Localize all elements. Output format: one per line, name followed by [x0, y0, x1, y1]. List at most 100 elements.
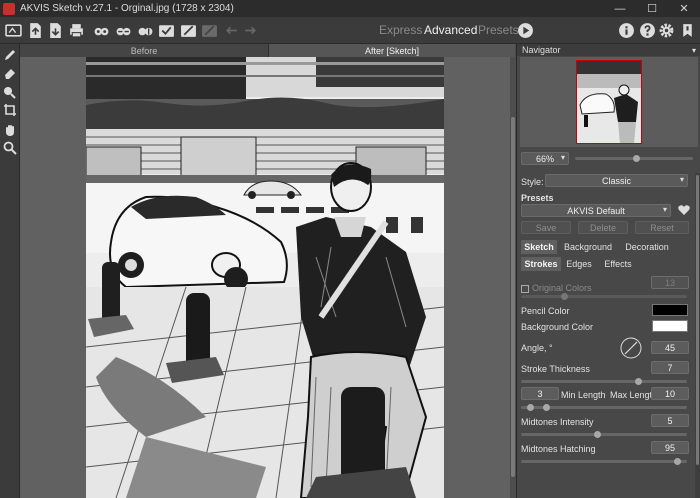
zoom-value: 66%	[535, 153, 554, 164]
settings-scrollbar-thumb[interactable]	[696, 175, 699, 465]
background-color-swatch[interactable]	[652, 320, 688, 332]
style-label: Style:	[521, 177, 544, 187]
canvas-scrollbar-thumb[interactable]	[511, 117, 515, 477]
settings-scrollbar[interactable]	[695, 173, 700, 498]
tab-effects[interactable]: Effects	[599, 257, 637, 271]
collapse-icon[interactable]: ▾	[692, 46, 696, 55]
favorite-heart-icon[interactable]	[677, 203, 691, 217]
max-length-knob[interactable]	[543, 404, 550, 411]
title-bar: AKVIS Sketch v.27.1 - Orginal.jpg (1728 …	[0, 0, 700, 17]
gear-icon[interactable]	[657, 21, 676, 40]
chevron-down-icon: ▾	[679, 175, 684, 184]
image-canvas[interactable]	[20, 57, 510, 498]
help-icon[interactable]	[638, 21, 657, 40]
tab-decoration[interactable]: Decoration	[619, 240, 675, 254]
original-colors-slider-knob[interactable]	[561, 293, 568, 300]
zoom-slider[interactable]	[575, 155, 693, 162]
stroke-thickness-label: Stroke Thickness	[521, 364, 590, 374]
batch-icon[interactable]	[92, 21, 111, 40]
max-length-value[interactable]: 10	[651, 387, 689, 400]
navigator-viewport-frame[interactable]	[576, 60, 642, 144]
tab-background[interactable]: Background	[559, 240, 617, 254]
midtones-intensity-slider-knob[interactable]	[594, 431, 601, 438]
view-tabs: Before After [Sketch]	[20, 44, 515, 57]
midtones-intensity-label: Midtones Intensity	[521, 417, 594, 427]
pencil-tool-icon[interactable]	[2, 47, 18, 63]
sketch-image	[86, 57, 444, 498]
style-value: Classic	[601, 175, 631, 186]
navigator-thumbnail	[576, 60, 642, 144]
angle-value[interactable]: 45	[651, 341, 689, 354]
tools-panel	[0, 44, 20, 498]
sketch-illustration	[86, 57, 444, 498]
midtones-intensity-value[interactable]: 5	[651, 414, 689, 427]
main-toolbar: Express Advanced Presets	[0, 17, 700, 44]
settings-icon[interactable]	[157, 21, 176, 40]
eraser-tool-icon[interactable]	[2, 65, 18, 81]
style-select[interactable]: Classic ▾	[545, 174, 688, 187]
mode-advanced[interactable]: Advanced	[424, 23, 477, 37]
print-icon[interactable]	[67, 21, 86, 40]
history-brush-icon[interactable]	[2, 84, 18, 100]
navigator-title: Navigator	[522, 45, 561, 55]
pencil-color-swatch[interactable]	[652, 304, 688, 316]
akvis-sketch-window: AKVIS Sketch v.27.1 - Orginal.jpg (1728 …	[0, 0, 700, 498]
run-icon[interactable]	[516, 21, 535, 40]
save-preset-button[interactable]: Save	[521, 221, 571, 234]
save-icon[interactable]	[46, 21, 65, 40]
midtones-hatching-label: Midtones Hatching	[521, 444, 596, 454]
delete-preset-button[interactable]: Delete	[578, 221, 628, 234]
info-icon[interactable]	[617, 21, 636, 40]
crop-tool-icon[interactable]	[2, 102, 18, 118]
stroke-thickness-slider[interactable]	[521, 378, 687, 385]
navigator-header: Navigator ▾	[517, 44, 700, 56]
tab-strokes[interactable]: Strokes	[521, 257, 561, 271]
presets-select[interactable]: AKVIS Default ▾	[521, 204, 671, 217]
chevron-down-icon: ▾	[560, 153, 565, 162]
zoom-combo[interactable]: 66% ▾	[521, 152, 569, 165]
canvas-icon[interactable]	[136, 21, 155, 40]
settings-panel: Navigator ▾ 66% ▾ Style: Classic ▾ Prese…	[516, 44, 700, 498]
length-range-slider[interactable]	[521, 404, 687, 411]
tab-edges[interactable]: Edges	[563, 257, 595, 271]
midtones-hatching-slider[interactable]	[521, 458, 687, 465]
export-icon[interactable]	[114, 21, 133, 40]
minimize-button[interactable]: —	[604, 0, 636, 17]
app-logo-icon	[3, 2, 15, 15]
navigator-view[interactable]	[520, 57, 698, 147]
home-icon[interactable]	[4, 21, 23, 40]
midtones-intensity-slider[interactable]	[521, 431, 687, 438]
open-icon[interactable]	[26, 21, 45, 40]
angle-dial[interactable]	[620, 337, 642, 359]
original-colors-slider[interactable]	[521, 293, 687, 300]
plugin-icon[interactable]	[200, 21, 219, 40]
stroke-thickness-value[interactable]: 7	[651, 361, 689, 374]
background-color-label: Background Color	[521, 322, 594, 332]
notifications-icon[interactable]	[678, 21, 697, 40]
undo-icon[interactable]	[222, 21, 241, 40]
original-colors-checkbox[interactable]	[521, 285, 529, 293]
original-colors-value[interactable]: 13	[651, 276, 689, 289]
tab-after[interactable]: After [Sketch]	[268, 44, 515, 57]
angle-label: Angle, °	[521, 343, 553, 353]
min-length-label: Min Length	[561, 390, 606, 400]
mode-presets[interactable]: Presets	[478, 23, 519, 37]
zoom-tool-icon[interactable]	[2, 140, 18, 156]
min-length-value[interactable]: 3	[521, 387, 559, 400]
close-button[interactable]: ✕	[668, 0, 700, 17]
stroke-thickness-slider-knob[interactable]	[635, 378, 642, 385]
maximize-button[interactable]: ☐	[636, 0, 668, 17]
reset-preset-button[interactable]: Reset	[635, 221, 689, 234]
min-length-knob[interactable]	[527, 404, 534, 411]
zoom-slider-knob[interactable]	[633, 155, 640, 162]
mode-express[interactable]: Express	[379, 23, 422, 37]
chevron-down-icon: ▾	[662, 205, 667, 214]
brush-icon[interactable]	[179, 21, 198, 40]
hand-tool-icon[interactable]	[2, 122, 18, 138]
midtones-hatching-slider-knob[interactable]	[674, 458, 681, 465]
presets-label: Presets	[521, 193, 554, 203]
tab-before[interactable]: Before	[20, 44, 268, 57]
midtones-hatching-value[interactable]: 95	[651, 441, 689, 454]
tab-sketch[interactable]: Sketch	[521, 240, 557, 254]
redo-icon[interactable]	[241, 21, 260, 40]
